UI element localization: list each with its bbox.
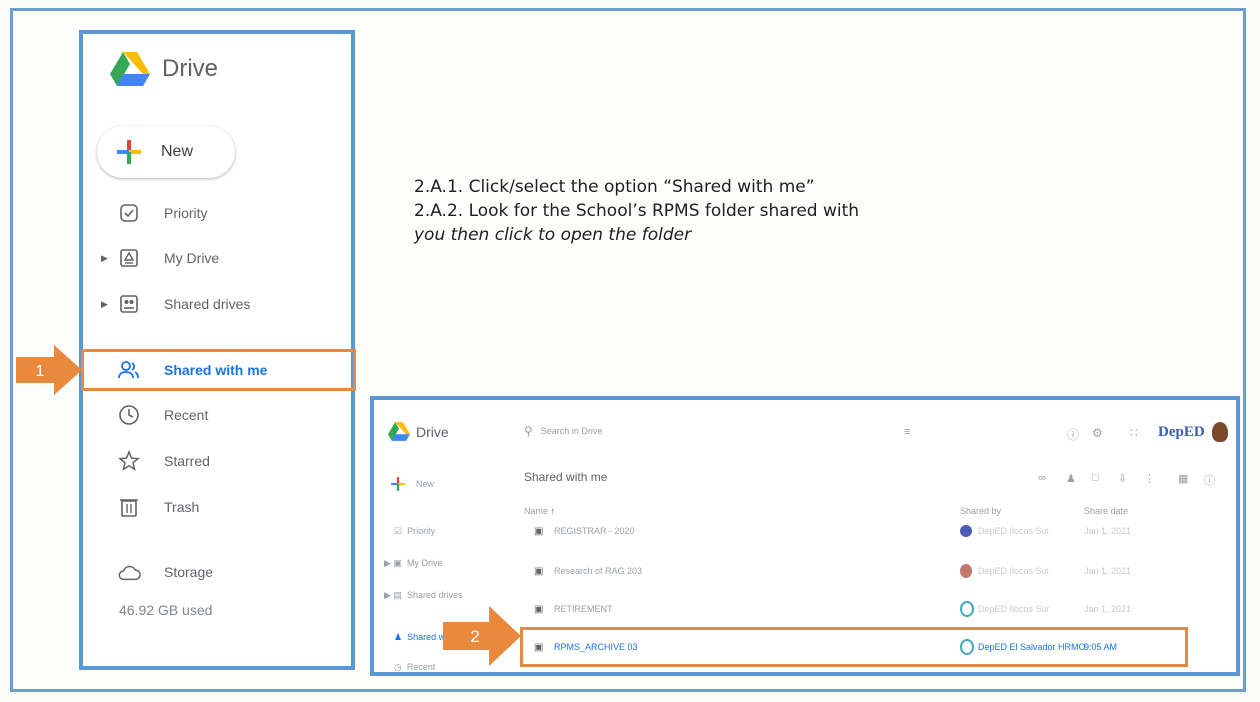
share-icon[interactable]: ♟ [1066, 472, 1076, 485]
plus-icon [391, 477, 405, 491]
shared-drives-icon [117, 292, 141, 316]
shared-with-me-highlight [81, 349, 356, 391]
inner-nav-shared-drives[interactable]: ▶ ▤ Shared drives [384, 590, 462, 601]
sidebar-item-recent[interactable]: Recent [83, 395, 351, 435]
shared-by: DepED Ilocos Sur [978, 566, 1050, 576]
inner-new-label: New [416, 479, 435, 489]
sidebar-item-storage[interactable]: Storage [83, 552, 351, 592]
shared-drives-icon: ▶ ▤ [384, 590, 402, 600]
shared-by: DepED Ilocos Sur [978, 526, 1050, 536]
inner-nav-label: Recent [406, 662, 436, 672]
my-drive-icon: ▶ ▣ [384, 558, 402, 568]
shared-folder-icon: ▣ [534, 525, 544, 537]
cloud-icon [117, 560, 141, 584]
sidebar-item-my-drive[interactable]: ▶ My Drive [83, 238, 351, 278]
deped-brand-logo: DepED [1158, 424, 1205, 440]
clock-icon: ◷ [394, 662, 402, 672]
inner-nav-label: My Drive [406, 558, 443, 568]
grid-view-icon[interactable]: ▦ [1178, 472, 1188, 485]
shared-with-me-icon: ♟ [394, 632, 403, 642]
inner-search-bar[interactable]: ⚲ Search in Drive [524, 424, 602, 438]
instructions: 2.A.1. Click/select the option “Shared w… [414, 175, 859, 247]
table-row[interactable]: ▣ RETIREMENT DepED Ilocos Sur Jan 1, 202… [524, 592, 1189, 626]
sidebar-item-trash[interactable]: Trash [83, 487, 351, 527]
help-icon[interactable]: ⓘ [1067, 426, 1079, 443]
sidebar-item-starred[interactable]: Starred [83, 441, 351, 481]
sidebar-item-label: Shared drives [164, 296, 251, 312]
shared-by: DepED Ilocos Sur [978, 604, 1050, 614]
inner-new-button[interactable]: New [390, 476, 434, 492]
clock-icon [117, 403, 141, 427]
settings-icon[interactable]: ⚙ [1092, 426, 1103, 440]
sidebar-item-label: Storage [164, 564, 214, 580]
drive-logo-icon [388, 422, 410, 441]
instruction-line-3: you then click to open the folder [414, 225, 692, 245]
file-name: REGISTRAR - 2020 [554, 526, 635, 536]
drive-logo-text: Drive [162, 55, 219, 82]
sidebar-item-priority[interactable]: Priority [83, 193, 351, 233]
more-icon[interactable]: ⋮ [1144, 472, 1155, 485]
star-icon [117, 449, 141, 473]
inner-nav-label: Shared wi [407, 632, 448, 642]
inner-nav-recent[interactable]: ◷ Recent [394, 662, 436, 672]
inner-search-placeholder: Search in Drive [540, 426, 603, 436]
priority-icon [117, 201, 141, 225]
expand-arrow-icon[interactable]: ▶ [101, 253, 108, 264]
inner-nav-label: Shared drives [406, 590, 463, 600]
priority-icon: ☑ [394, 526, 403, 536]
download-icon[interactable]: ⇩ [1118, 472, 1127, 485]
sidebar-item-label: Trash [164, 499, 200, 515]
file-name: Research of RAG 203 [554, 566, 643, 576]
avatar [960, 564, 972, 578]
inner-nav-priority[interactable]: ☑ Priority [394, 526, 435, 537]
file-name: RETIREMENT [554, 604, 613, 614]
table-row[interactable]: ▣ Research of RAG 203 DepED Ilocos Sur J… [524, 554, 1189, 588]
drive-logo-icon [110, 52, 150, 86]
table-row[interactable]: ▣ REGISTRAR - 2020 DepED Ilocos Sur Jan … [524, 514, 1189, 548]
info-icon[interactable]: ⓘ [1204, 472, 1215, 488]
my-drive-icon [117, 246, 141, 270]
inner-nav-shared-with-me[interactable]: ♟ Shared wi [394, 632, 447, 643]
instruction-line-1: 2.A.1. Click/select the option “Shared w… [414, 177, 815, 197]
tune-icon[interactable]: ≡ [904, 426, 910, 438]
link-icon[interactable]: ∞ [1038, 472, 1046, 484]
avatar[interactable] [1212, 422, 1228, 442]
sidebar-item-shared-drives[interactable]: ▶ Shared drives [83, 284, 351, 324]
sidebar-item-label: Starred [164, 453, 210, 469]
plus-icon [117, 140, 141, 164]
shared-folder-icon: ▣ [534, 603, 544, 615]
step-1-label: 1 [36, 363, 45, 380]
section-title: Shared with me [524, 470, 608, 484]
expand-arrow-icon[interactable]: ▶ [101, 299, 108, 310]
step-2-arrow: 2 [443, 606, 521, 671]
sidebar-item-label: Priority [164, 205, 208, 221]
inner-logo-text: Drive [416, 423, 449, 440]
sidebar-item-label: Recent [164, 407, 209, 423]
apps-grid-icon[interactable]: ∷ [1130, 426, 1138, 440]
rpms-folder-highlight [520, 627, 1188, 667]
step-2-label: 2 [470, 627, 479, 646]
trash-icon [117, 495, 141, 519]
share-date: Jan 1, 2021 [1084, 604, 1132, 614]
step-1-arrow: 1 [16, 345, 82, 400]
share-date: Jan 1, 2021 [1084, 526, 1132, 536]
sidebar-item-label: My Drive [164, 250, 220, 266]
avatar [960, 525, 972, 537]
avatar [960, 601, 974, 617]
drive-logo[interactable]: Drive [110, 52, 218, 86]
preview-icon[interactable]: □ [1092, 472, 1099, 484]
new-button-label: New [161, 143, 194, 160]
share-date: Jan 1, 2021 [1084, 566, 1132, 576]
storage-used-text: 46.92 GB used [119, 602, 213, 618]
shared-folder-icon: ▣ [534, 565, 544, 577]
instruction-line-2: 2.A.2. Look for the School’s RPMS folder… [414, 201, 860, 221]
inner-drive-logo[interactable]: Drive [388, 422, 449, 441]
inner-nav-label: Priority [407, 526, 436, 536]
inner-nav-my-drive[interactable]: ▶ ▣ My Drive [384, 558, 442, 569]
new-button[interactable]: New [97, 126, 235, 178]
search-icon: ⚲ [524, 424, 533, 438]
